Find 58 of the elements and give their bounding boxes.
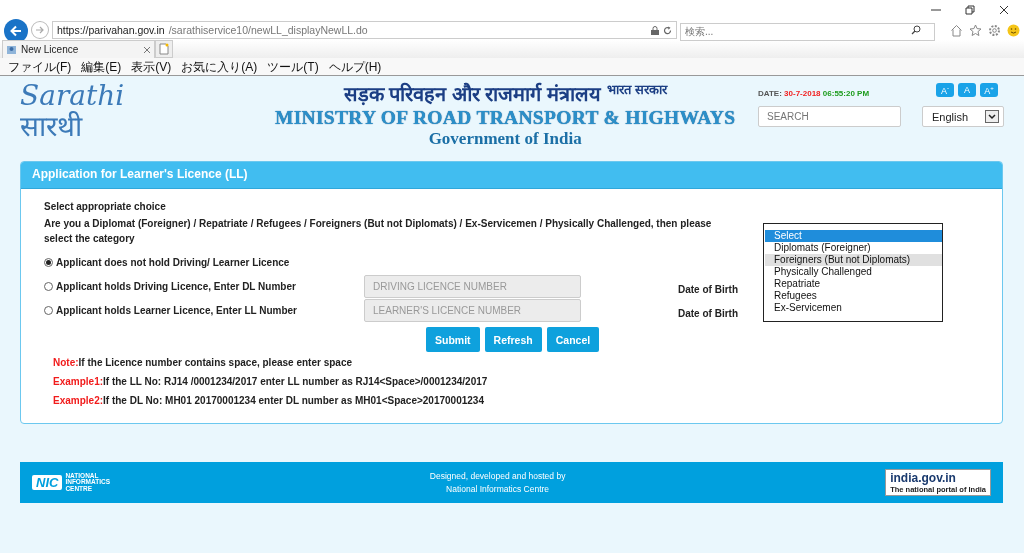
date-time: DATE: 30-7-2018 06:55:20 PM	[758, 88, 871, 98]
caret-icon	[988, 113, 996, 120]
panel-title: Application for Learner's Licence (LL)	[21, 162, 1002, 189]
dropdown-option[interactable]: Physically Challenged	[765, 266, 942, 278]
radio-button[interactable]	[44, 305, 53, 315]
refresh-icon[interactable]	[663, 25, 672, 35]
back-button[interactable]	[4, 19, 28, 43]
language-select[interactable]: English	[922, 106, 1004, 127]
dropdown-option[interactable]: Refugees	[765, 290, 942, 302]
close-icon[interactable]	[998, 4, 1010, 16]
star-icon[interactable]	[969, 23, 982, 37]
government-title: Government of India	[428, 129, 582, 149]
note-text: Example2:If the DL No: MH01 20170001234 enter DL number as MH01<Space>20170001234	[53, 395, 485, 406]
browser-search-field[interactable]: 検索...	[680, 22, 935, 41]
instruction-text: Select appropriate choice	[44, 201, 167, 212]
settings-icon[interactable]	[988, 23, 1001, 37]
option-label[interactable]: Applicant holds Learner Licence, Enter LL Number	[56, 304, 297, 316]
site-icon	[6, 44, 17, 55]
nic-logo: NIC	[32, 475, 63, 490]
radio-button[interactable]	[44, 281, 53, 291]
ministry-title: MINISTRY OF ROAD TRANSPORT & HIGHWAYS	[275, 107, 736, 129]
government-hindi-title: भारत सरकार	[606, 81, 667, 98]
option-label[interactable]: Applicant does not hold Driving/ Learner Licence	[56, 256, 290, 268]
close-tab-icon[interactable]	[143, 45, 151, 54]
credit-text: Designed, developed and hosted by National Informatics Centre	[429, 469, 566, 496]
option-label[interactable]: Applicant holds Driving Licence, Enter DL Number	[56, 280, 296, 292]
dropdown-option[interactable]: Repatriate	[765, 278, 942, 290]
note-text: Note:If the Licence number contains space, please enter space	[53, 357, 353, 368]
menu-item[interactable]: ヘルプ(H)	[328, 59, 382, 74]
smiley-icon[interactable]	[1007, 23, 1020, 37]
logo-text: सारथी	[20, 113, 84, 141]
menu-item[interactable]: ツール(T)	[267, 59, 319, 74]
field-label: Date of Birth	[678, 307, 738, 319]
browser-tab[interactable]: New Licence	[2, 40, 155, 58]
question-text: Are you a Diplomat (Foreigner) / Repatriate / Refugees / Foreigners (But not Diplomats) / Ex-Servicemen / Physically Challenged, then please select the category	[44, 217, 713, 246]
ministry-hindi-title: सड़क परिवहन और राजमार्ग मंत्रालय	[343, 81, 601, 107]
home-icon[interactable]	[950, 23, 963, 37]
dropdown-option[interactable]: Ex-Servicemen	[765, 302, 942, 314]
search-icon[interactable]	[911, 25, 921, 35]
menu-item[interactable]: ファイル(F)	[8, 59, 72, 74]
dropdown-option[interactable]: Select	[765, 230, 942, 242]
field-label: Date of Birth	[678, 283, 738, 295]
dropdown-option[interactable]: Diplomats (Foreigner)	[765, 242, 942, 254]
address-bar[interactable]: https://parivahan.gov.in /sarathiservice10/newLL_displayNewLL.do	[51, 21, 677, 39]
search-field[interactable]: SEARCH	[758, 106, 901, 127]
right-arrow-icon	[34, 25, 45, 35]
dropdown-option[interactable]: Foreigners (But not Diplomats)	[765, 254, 942, 266]
licence-number-field[interactable]: DRIVING LICENCE NUMBER	[364, 274, 581, 298]
note-text: Example1:If the LL No: RJ14 /0001234/2017 enter LL number as RJ14<Space>/0001234/2017	[53, 376, 489, 387]
menu-item[interactable]: 編集(E)	[81, 59, 122, 74]
restore-icon[interactable]	[964, 4, 976, 16]
menu-item[interactable]: お気に入り(A)	[181, 59, 258, 74]
left-arrow-icon	[8, 24, 23, 38]
radio-button[interactable]	[44, 257, 53, 267]
licence-number-field[interactable]: LEARNER'S LICENCE NUMBER	[364, 298, 581, 322]
lock-icon	[651, 25, 659, 35]
logo-text: Sarathi	[20, 78, 126, 112]
menu-item[interactable]: 表示(V)	[131, 59, 172, 74]
